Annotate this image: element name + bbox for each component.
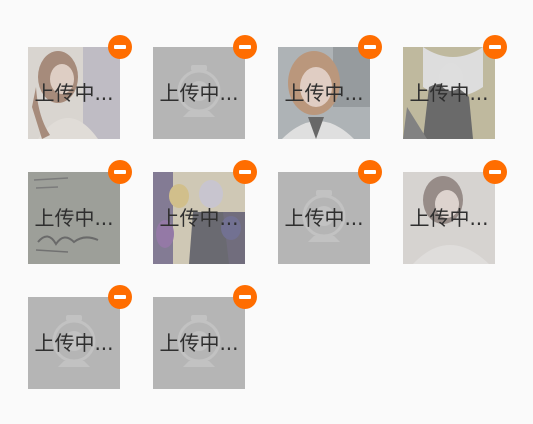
image-tile[interactable]: 上传中... (278, 35, 382, 139)
image-tile[interactable]: 上传中... (28, 285, 132, 389)
remove-image-button[interactable] (483, 160, 507, 184)
upload-status-label: 上传中... (409, 81, 489, 105)
minus-icon (364, 45, 376, 49)
minus-icon (239, 295, 251, 299)
minus-icon (114, 45, 126, 49)
upload-status-label: 上传中... (34, 206, 114, 230)
image-tile[interactable]: 上传中... (28, 160, 132, 264)
minus-icon (114, 295, 126, 299)
image-tile[interactable]: 上传中... (153, 285, 257, 389)
remove-image-button[interactable] (483, 35, 507, 59)
image-tile[interactable]: 上传中... (28, 35, 132, 139)
image-tile[interactable]: 上传中... (153, 35, 257, 139)
minus-icon (489, 170, 501, 174)
remove-image-button[interactable] (233, 35, 257, 59)
upload-status-label: 上传中... (34, 81, 114, 105)
minus-icon (364, 170, 376, 174)
image-upload-grid: 上传中... 上传中... 上传中... 上传中... 上传中... 上传中..… (0, 0, 533, 424)
image-tile[interactable]: 上传中... (403, 35, 507, 139)
upload-status-label: 上传中... (284, 81, 364, 105)
remove-image-button[interactable] (358, 160, 382, 184)
remove-image-button[interactable] (358, 35, 382, 59)
upload-status-label: 上传中... (159, 331, 239, 355)
remove-image-button[interactable] (233, 160, 257, 184)
minus-icon (114, 170, 126, 174)
minus-icon (489, 45, 501, 49)
minus-icon (239, 170, 251, 174)
remove-image-button[interactable] (108, 285, 132, 309)
remove-image-button[interactable] (108, 160, 132, 184)
upload-status-label: 上传中... (284, 206, 364, 230)
remove-image-button[interactable] (108, 35, 132, 59)
upload-status-label: 上传中... (159, 206, 239, 230)
remove-image-button[interactable] (233, 285, 257, 309)
upload-status-label: 上传中... (409, 206, 489, 230)
minus-icon (239, 45, 251, 49)
upload-status-label: 上传中... (159, 81, 239, 105)
image-tile[interactable]: 上传中... (403, 160, 507, 264)
image-tile[interactable]: 上传中... (278, 160, 382, 264)
image-tile[interactable]: 上传中... (153, 160, 257, 264)
upload-status-label: 上传中... (34, 331, 114, 355)
